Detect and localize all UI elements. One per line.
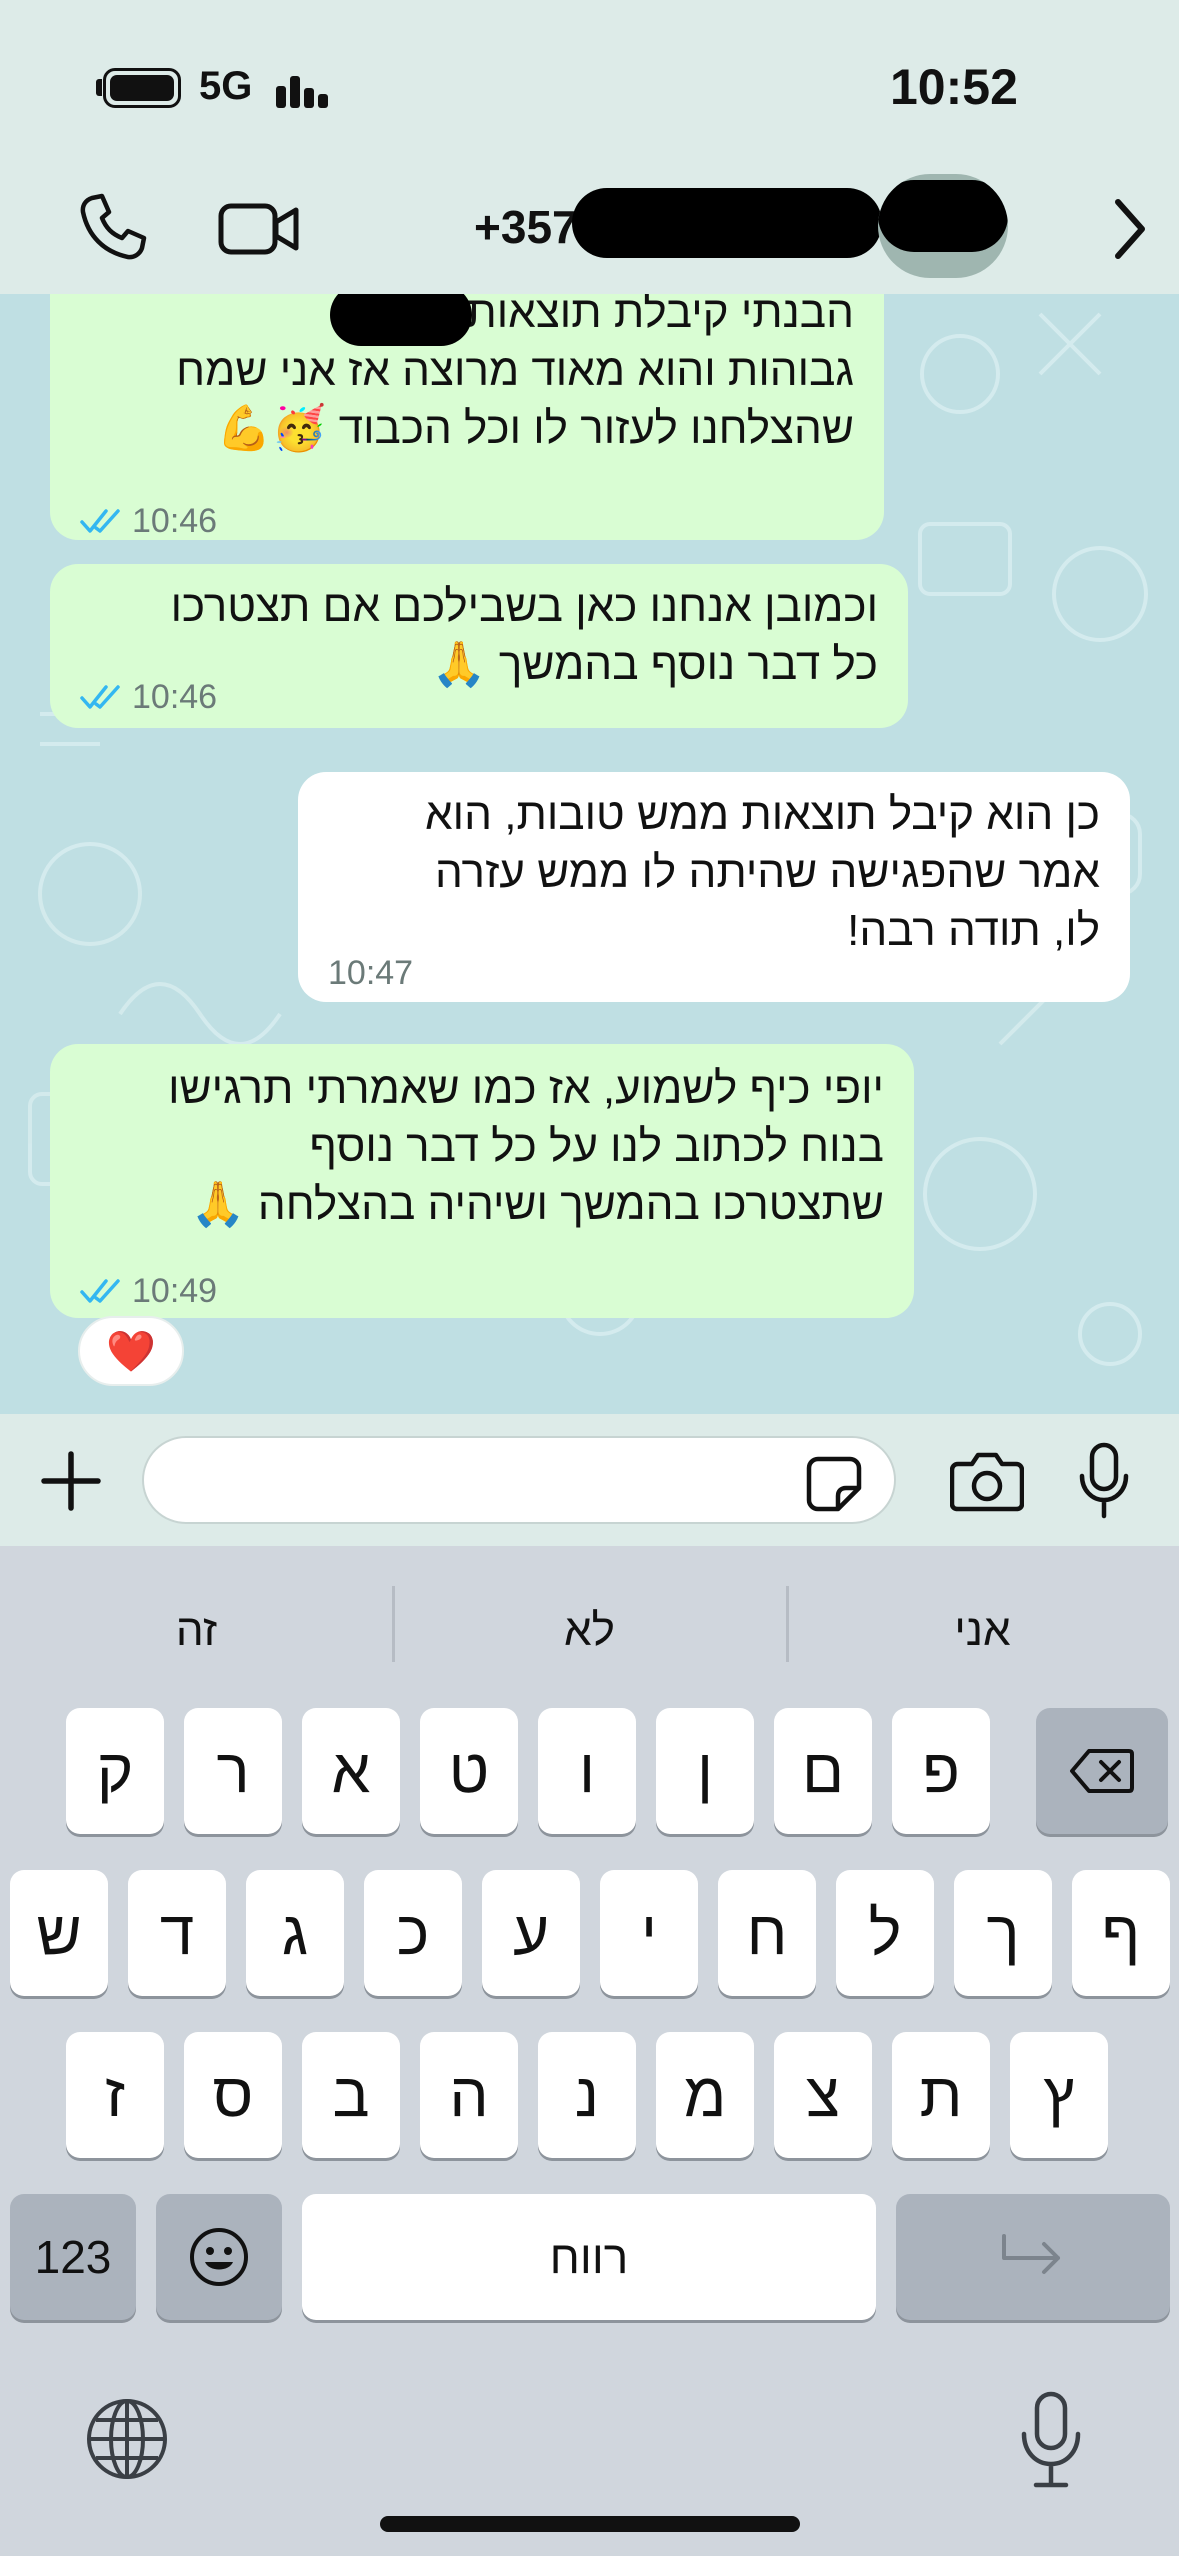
message-meta: 10:46: [80, 492, 217, 550]
message-text-line: גבוהות והוא מאוד מרוצה אז אני שמח: [176, 346, 854, 395]
message-time: 10:46: [132, 678, 218, 716]
suggestion[interactable]: זה: [0, 1606, 393, 1656]
message-input[interactable]: [142, 1436, 896, 1524]
key[interactable]: ש: [10, 1870, 108, 1996]
message-time: 10:46: [132, 502, 218, 540]
key[interactable]: ל: [836, 1870, 934, 1996]
read-receipt-icon: [80, 685, 120, 709]
message-text-line: כן הוא קיבל תוצאות ממש טובות, הוא: [425, 790, 1100, 839]
return-arrow-icon: [1002, 2234, 1060, 2274]
network-label: 5G: [199, 64, 253, 108]
home-indicator[interactable]: [380, 2516, 800, 2532]
contact-number[interactable]: +357: [474, 200, 578, 254]
message-text-line: יופי כיף לשמוע, אז כמו שאמרתי תרגישו: [168, 1064, 884, 1113]
video-camera-icon[interactable]: [218, 198, 300, 258]
backspace-key[interactable]: [1036, 1708, 1168, 1834]
key[interactable]: צ: [774, 2032, 872, 2158]
avatar[interactable]: [878, 174, 1008, 278]
key[interactable]: ו: [538, 1708, 636, 1834]
message-text-line: בנוח לכתוב לנו על כל דבר נוסף: [309, 1122, 884, 1171]
message-meta: 10:46: [80, 668, 217, 726]
battery-icon: [103, 68, 181, 108]
return-key[interactable]: [896, 2194, 1170, 2320]
message-bubble-incoming[interactable]: כן הוא קיבל תוצאות ממש טובות, הוא אמר שה…: [298, 772, 1130, 1002]
microphone-icon[interactable]: [1078, 1442, 1130, 1520]
read-receipt-icon: [80, 1279, 120, 1303]
emoji-icon: [190, 2228, 248, 2286]
key[interactable]: ר: [184, 1708, 282, 1834]
message-time: 10:49: [132, 1272, 218, 1310]
redaction-bar: [330, 294, 472, 346]
message-text-line: שהצלחנו לעזור לו וכל הכבוד 🥳💪: [216, 404, 854, 453]
redaction-bar: [572, 188, 882, 258]
heart-reaction[interactable]: ❤️: [78, 1316, 184, 1386]
message-meta: 10:47: [328, 944, 413, 1002]
key[interactable]: ט: [420, 1708, 518, 1834]
key[interactable]: ב: [302, 2032, 400, 2158]
globe-icon[interactable]: [84, 2396, 170, 2482]
clock: 10:52: [890, 59, 1018, 115]
message-text-line: לו, תודה רבה!: [847, 906, 1100, 955]
key[interactable]: ם: [774, 1708, 872, 1834]
message-bubble-outgoing[interactable]: יופי כיף לשמוע, אז כמו שאמרתי תרגישו בנו…: [50, 1044, 914, 1318]
backspace-icon: [1070, 1749, 1134, 1793]
plus-icon[interactable]: [38, 1448, 104, 1514]
message-text-line: וכמובן אנחנו כאן בשבילכם אם תצטרכו: [170, 582, 878, 631]
camera-icon[interactable]: [950, 1450, 1024, 1512]
numbers-key[interactable]: 123: [10, 2194, 136, 2320]
key[interactable]: ד: [128, 1870, 226, 1996]
chat-area[interactable]: הבנתי קיבלת תוצאות ממש גבוהות והוא מאוד …: [0, 294, 1179, 1414]
key[interactable]: ז: [66, 2032, 164, 2158]
chat-header: +357: [0, 170, 1179, 294]
space-key[interactable]: רווח: [302, 2194, 876, 2320]
key[interactable]: נ: [538, 2032, 636, 2158]
emoji-key[interactable]: [156, 2194, 282, 2320]
key[interactable]: ג: [246, 1870, 344, 1996]
keyboard: זה לא אני ק ר א ט ו ן ם פ ש ד ג כ ע י ח …: [0, 1546, 1179, 2556]
key[interactable]: ס: [184, 2032, 282, 2158]
redaction-bar: [878, 180, 1008, 252]
dictation-microphone-icon[interactable]: [1016, 2390, 1086, 2490]
message-text-line: שתצטרכו בהמשך ושיהיה בהצלחה 🙏: [190, 1180, 884, 1229]
status-bar: 5G 10:52: [0, 0, 1179, 170]
suggestion[interactable]: אני: [786, 1606, 1179, 1656]
message-text-line: אמר שהפגישה שהיתה לו ממש עזרה: [434, 848, 1100, 897]
chevron-right-icon[interactable]: [1110, 194, 1150, 264]
key[interactable]: א: [302, 1708, 400, 1834]
key[interactable]: פ: [892, 1708, 990, 1834]
key[interactable]: ע: [482, 1870, 580, 1996]
signal-icon: [276, 66, 338, 108]
key[interactable]: מ: [656, 2032, 754, 2158]
suggestion[interactable]: לא: [393, 1606, 786, 1656]
key[interactable]: כ: [364, 1870, 462, 1996]
message-bubble-outgoing[interactable]: הבנתי קיבלת תוצאות ממש גבוהות והוא מאוד …: [50, 294, 884, 540]
key[interactable]: ך: [954, 1870, 1052, 1996]
battery-cap: [96, 79, 102, 96]
message-meta: 10:49: [80, 1262, 217, 1320]
key[interactable]: ק: [66, 1708, 164, 1834]
compose-bar: [0, 1414, 1179, 1546]
message-time: 10:47: [328, 954, 414, 992]
key[interactable]: ן: [656, 1708, 754, 1834]
key[interactable]: י: [600, 1870, 698, 1996]
phone-icon[interactable]: [78, 192, 148, 262]
key[interactable]: ח: [718, 1870, 816, 1996]
sticker-icon[interactable]: [804, 1454, 864, 1514]
key[interactable]: ף: [1072, 1870, 1170, 1996]
key[interactable]: ה: [420, 2032, 518, 2158]
screen: 5G 10:52 +357 הבנתי קיבלת תוצאות ממש גבו…: [0, 0, 1179, 2556]
key[interactable]: ת: [892, 2032, 990, 2158]
message-bubble-outgoing[interactable]: וכמובן אנחנו כאן בשבילכם אם תצטרכו כל דב…: [50, 564, 908, 728]
key[interactable]: ץ: [1010, 2032, 1108, 2158]
read-receipt-icon: [80, 509, 120, 533]
